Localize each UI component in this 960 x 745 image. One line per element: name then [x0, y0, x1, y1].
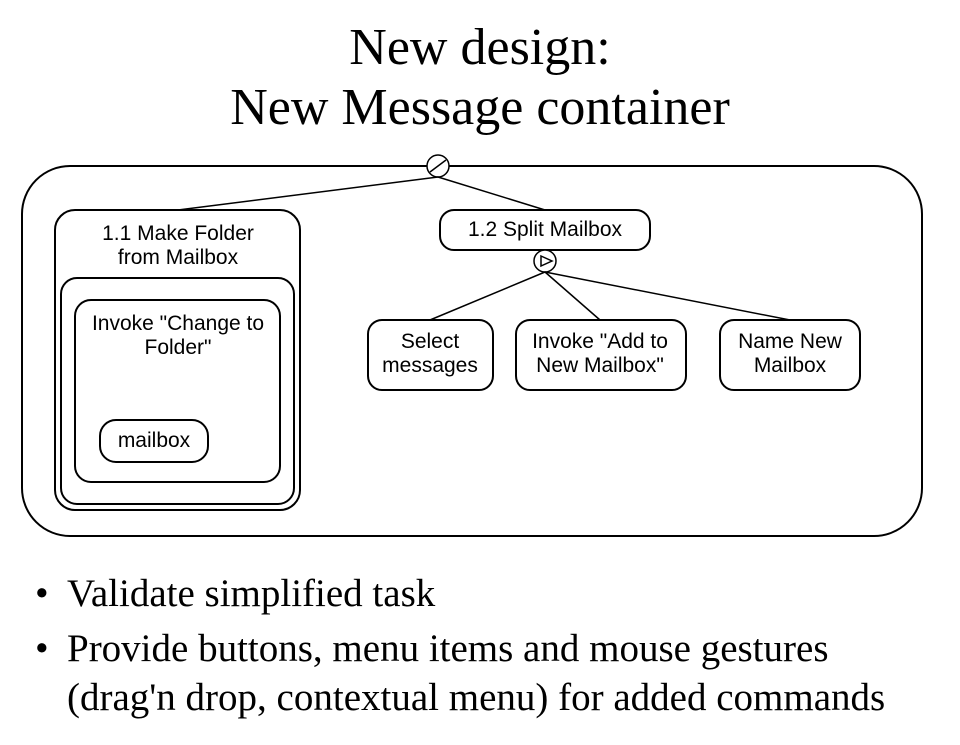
node-invoke-add: Invoke "Add to New Mailbox" [516, 320, 686, 390]
invoke-change-line2: Folder" [145, 336, 212, 359]
node-1-1-group: 1.1 Make Folder from Mailbox Invoke "Cha… [55, 210, 300, 510]
mailbox-param-label: mailbox [118, 429, 191, 452]
invoke-add-line2: New Mailbox" [536, 354, 664, 377]
bullet-list: Validate simplified task Provide buttons… [35, 570, 925, 728]
invoke-add-line1: Invoke "Add to [532, 330, 668, 353]
bullet-2: Provide buttons, menu items and mouse ge… [35, 625, 925, 723]
slide: New design: New Message container 1.1 Ma… [0, 0, 960, 745]
diagram: 1.1 Make Folder from Mailbox Invoke "Cha… [0, 150, 960, 560]
node-select-messages: Select messages [368, 320, 493, 390]
select-messages-line1: Select [401, 330, 460, 353]
invoke-change-line1: Invoke "Change to [92, 312, 264, 335]
node-1-2-joint-marker [534, 250, 556, 272]
title-line-2: New Message container [230, 79, 730, 136]
title-line-1: New design: [349, 19, 610, 76]
node-1-1-label-line1: 1.1 Make Folder [102, 222, 254, 245]
select-messages-line2: messages [382, 354, 478, 377]
root-joint-marker [427, 155, 449, 177]
name-new-line1: Name New [738, 330, 843, 353]
bullet-1: Validate simplified task [35, 570, 925, 619]
name-new-line2: Mailbox [754, 354, 827, 377]
node-1-1-label-line2: from Mailbox [118, 246, 239, 269]
node-1-2-group: 1.2 Split Mailbox [440, 210, 650, 250]
node-name-new-mailbox: Name New Mailbox [720, 320, 860, 390]
slide-title: New design: New Message container [0, 18, 960, 138]
node-1-2-label: 1.2 Split Mailbox [468, 218, 623, 241]
